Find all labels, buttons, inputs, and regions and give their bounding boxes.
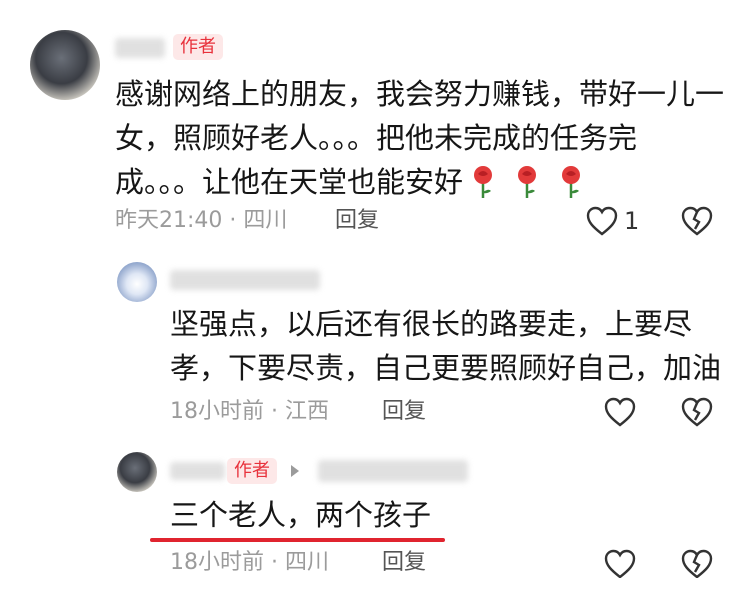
meta-separator: · <box>229 208 244 233</box>
location: 江西 <box>285 399 330 424</box>
comment-text: 坚强点，以后还有很长的路要走，上要尽 孝，下要尽责，自己更要照顾好自己，加油 <box>170 302 730 390</box>
reply-button[interactable]: 回复 <box>382 397 426 427</box>
like-icon[interactable] <box>585 205 619 237</box>
timestamp: 昨天21:40 <box>115 208 223 233</box>
comment-text: 感谢网络上的朋友，我会努力赚钱，带好一儿一 女，照顾好老人。。。把他未完成的任务… <box>115 72 735 204</box>
comment-text-line: 女，照顾好老人。。。把他未完成的任务完 <box>115 121 638 155</box>
comment-meta: 18小时前 · 江西 <box>170 397 329 427</box>
rose-icon <box>557 164 587 200</box>
location: 四川 <box>243 208 288 233</box>
location: 四川 <box>285 550 330 575</box>
like-icon[interactable] <box>603 396 637 428</box>
dislike-icon[interactable] <box>680 205 714 237</box>
avatar[interactable] <box>117 262 157 302</box>
username-blurred[interactable] <box>170 462 225 480</box>
username-blurred[interactable] <box>115 38 165 58</box>
rose-icon <box>513 164 543 200</box>
meta-separator: · <box>271 399 285 424</box>
comment-text-segment: 成。。。让他在天堂也能安好 <box>115 165 464 199</box>
highlight-underline <box>150 538 445 542</box>
comment-meta: 18小时前 · 四川 <box>170 548 329 578</box>
comment-text-line: 成。。。让他在天堂也能安好 <box>115 160 735 204</box>
reply-arrow-icon <box>289 464 301 478</box>
reply-target-blurred[interactable] <box>318 460 468 482</box>
meta-separator: · <box>271 550 285 575</box>
timestamp: 18小时前 <box>170 399 264 424</box>
dislike-icon[interactable] <box>680 396 714 428</box>
avatar[interactable] <box>117 452 157 492</box>
comment-text-line: 孝，下要尽责，自己更要照顾好自己，加油 <box>170 351 722 385</box>
username-blurred[interactable] <box>170 270 320 290</box>
comment-text-line: 感谢网络上的朋友，我会努力赚钱，带好一儿一 <box>115 77 725 111</box>
author-badge: 作者 <box>227 458 277 484</box>
like-icon[interactable] <box>603 548 637 578</box>
rose-icon <box>469 164 499 200</box>
reply-button[interactable]: 回复 <box>382 548 426 578</box>
comment-meta: 昨天21:40 · 四川 <box>115 206 287 236</box>
author-badge: 作者 <box>173 34 223 60</box>
comment-text-line: 坚强点，以后还有很长的路要走，上要尽 <box>170 307 693 341</box>
avatar[interactable] <box>30 30 100 100</box>
reply-button[interactable]: 回复 <box>335 206 379 236</box>
comment-text: 三个老人，两个孩子 <box>170 498 432 532</box>
like-count: 1 <box>624 207 640 235</box>
dislike-icon[interactable] <box>680 548 714 578</box>
timestamp: 18小时前 <box>170 550 264 575</box>
